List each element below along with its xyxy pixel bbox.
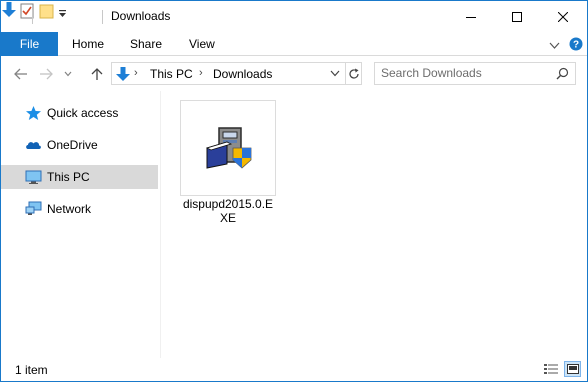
forward-arrow-icon: [40, 68, 53, 80]
title-separator: [102, 10, 103, 24]
up-arrow-icon: [91, 68, 103, 80]
minimize-icon: [466, 16, 476, 18]
large-icons-view-icon: [566, 364, 579, 374]
expand-ribbon-icon[interactable]: [549, 39, 560, 53]
item-count: 1 item: [15, 363, 48, 377]
search-icon[interactable]: [556, 67, 569, 83]
status-bar: 1 item: [1, 358, 587, 381]
file-thumbnail[interactable]: [180, 100, 276, 196]
sidebar-item-label: Network: [47, 202, 92, 216]
downloads-app-icon[interactable]: [1, 2, 20, 22]
tab-file[interactable]: File: [1, 32, 58, 56]
sidebar-item-this-pc[interactable]: This PC: [1, 165, 158, 189]
title-bar: Downloads: [1, 1, 587, 32]
tab-share[interactable]: Share: [130, 32, 162, 56]
large-icons-view-button[interactable]: [564, 361, 581, 377]
maximize-button[interactable]: [494, 1, 540, 32]
back-button[interactable]: [10, 57, 32, 91]
forward-button[interactable]: [36, 57, 56, 91]
new-folder-icon[interactable]: [39, 4, 58, 22]
tab-home[interactable]: Home: [72, 32, 104, 56]
customize-qat-icon[interactable]: [58, 8, 67, 22]
sidebar-item-label: OneDrive: [47, 138, 98, 152]
chevron-right-icon: ›: [199, 67, 203, 79]
chevron-down-icon: [330, 70, 340, 77]
maximize-icon: [512, 11, 522, 22]
refresh-icon: [349, 68, 359, 79]
search-input[interactable]: [381, 66, 551, 80]
sidebar-item-label: This PC: [47, 170, 90, 184]
address-bar[interactable]: › This PC › Downloads: [111, 62, 362, 85]
recent-locations-button[interactable]: [61, 57, 75, 91]
installer-icon: [205, 127, 252, 169]
tab-view[interactable]: View: [189, 32, 215, 56]
breadcrumb-downloads[interactable]: Downloads: [213, 67, 272, 81]
address-row: › This PC › Downloads: [1, 57, 587, 91]
svg-text:?: ?: [573, 40, 579, 51]
network-icon: [25, 201, 42, 217]
explorer-window: Downloads File Home Share View ? › This …: [0, 0, 588, 382]
ribbon: File Home Share View ?: [1, 32, 587, 56]
file-list: dispupd2015.0.EXE: [162, 91, 587, 358]
sidebar-item-quick-access[interactable]: Quick access: [1, 101, 158, 125]
window-title: Downloads: [111, 9, 171, 23]
up-button[interactable]: [87, 57, 107, 91]
close-button[interactable]: [540, 1, 586, 32]
sidebar-item-label: Quick access: [47, 106, 119, 120]
navigation-pane: Quick access OneDrive This PC Network: [1, 91, 161, 358]
star-icon: [25, 105, 42, 121]
chevron-down-icon: [64, 71, 72, 77]
chevron-right-icon: ›: [134, 67, 138, 79]
back-arrow-icon: [14, 68, 27, 80]
breadcrumb-this-pc[interactable]: This PC: [150, 67, 193, 81]
minimize-button[interactable]: [448, 1, 494, 32]
search-box[interactable]: [374, 62, 576, 85]
details-view-icon: [543, 364, 558, 374]
close-icon: [558, 11, 568, 22]
downloads-folder-icon: [116, 66, 130, 85]
file-name[interactable]: dispupd2015.0.EXE: [180, 197, 276, 225]
title-separator: [32, 10, 33, 24]
details-view-button[interactable]: [542, 361, 559, 377]
sidebar-item-network[interactable]: Network: [1, 197, 158, 221]
sidebar-item-onedrive[interactable]: OneDrive: [1, 133, 158, 157]
file-item[interactable]: dispupd2015.0.EXE: [180, 100, 276, 225]
help-icon[interactable]: ?: [569, 37, 583, 54]
refresh-button[interactable]: [345, 63, 362, 84]
computer-icon: [25, 169, 42, 185]
properties-icon[interactable]: [20, 3, 38, 22]
cloud-icon: [25, 137, 42, 153]
address-dropdown-button[interactable]: [326, 63, 344, 84]
